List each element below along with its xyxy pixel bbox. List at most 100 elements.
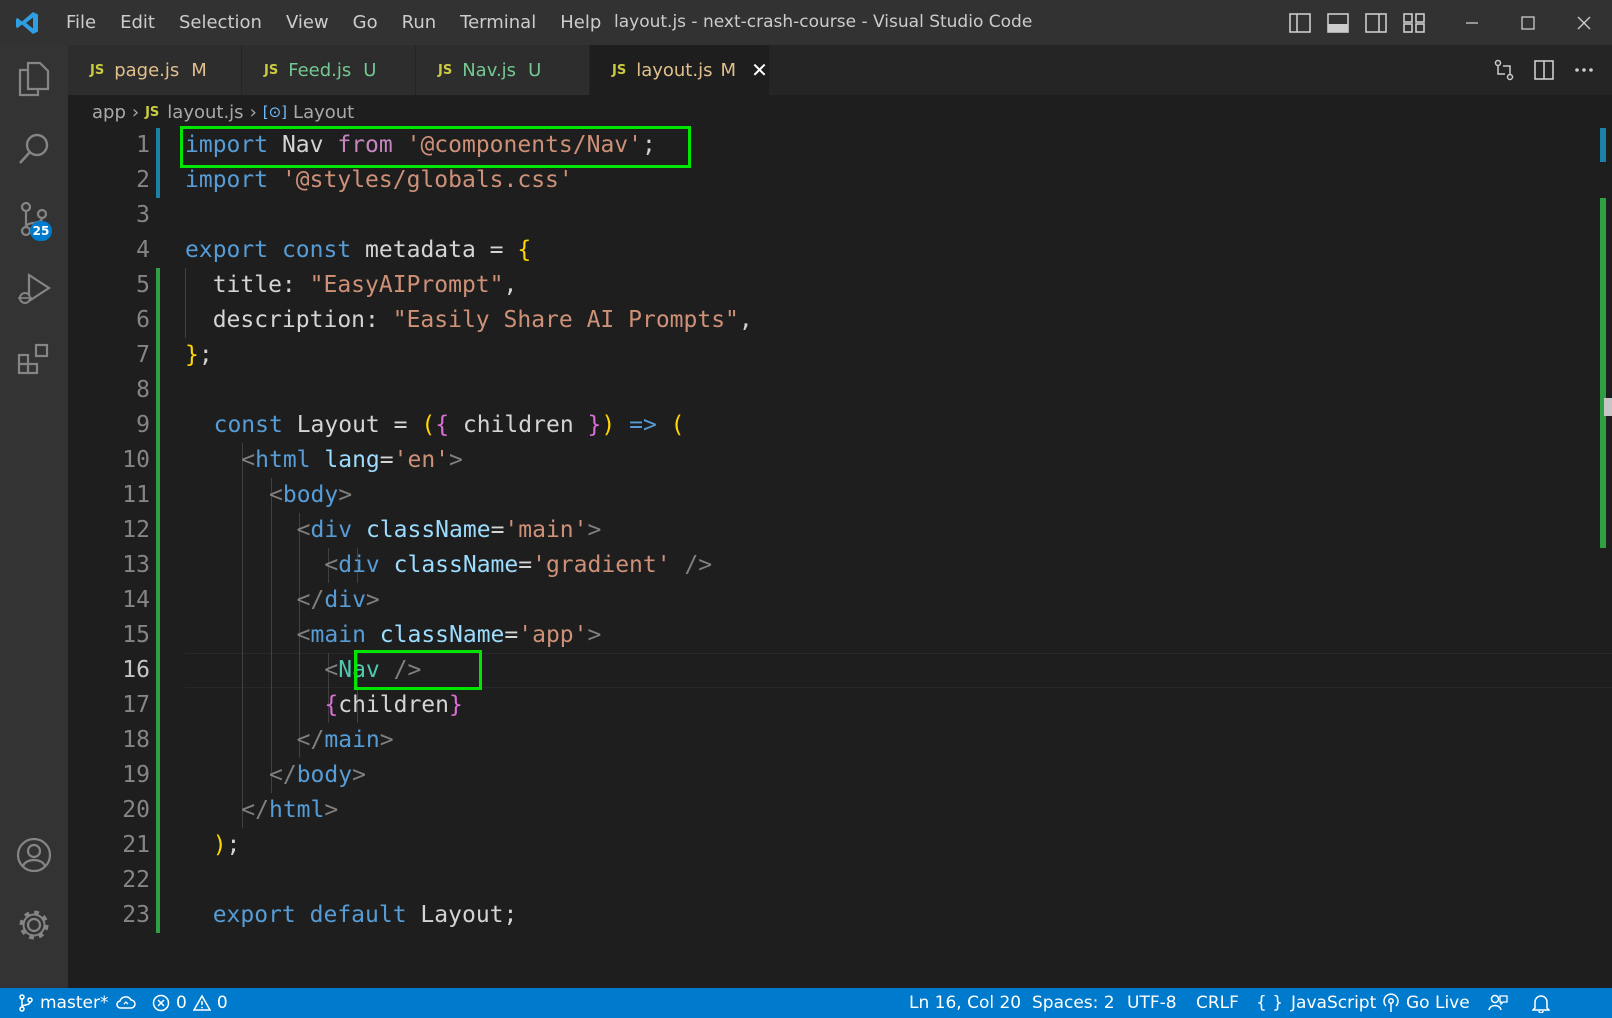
line-number: 13	[122, 552, 150, 578]
toggle-secondary-sidebar-icon[interactable]	[1364, 11, 1388, 35]
menu-terminal[interactable]: Terminal	[448, 0, 548, 45]
problems-status[interactable]: 0 0	[152, 988, 228, 1018]
code-text: </body>	[213, 762, 366, 788]
code-line[interactable]: 18 </main>	[68, 723, 1612, 758]
tab-label: Feed.js	[288, 59, 352, 81]
customize-layout-icon[interactable]	[1402, 11, 1426, 35]
line-number: 14	[122, 587, 150, 613]
code-line[interactable]: 10 <html lang='en'>	[68, 443, 1612, 478]
line-number: 2	[136, 167, 150, 193]
code-line[interactable]: 4 export const metadata = {	[68, 233, 1612, 268]
breadcrumb-symbol[interactable]: Layout	[293, 102, 354, 123]
line-number: 5	[136, 272, 150, 298]
menu-view[interactable]: View	[274, 0, 341, 45]
vscode-logo-icon	[0, 0, 54, 45]
encoding-status[interactable]: UTF-8	[1127, 988, 1177, 1018]
code-text: </html>	[213, 797, 339, 823]
notifications-bell-icon[interactable]	[1532, 988, 1556, 1018]
code-line[interactable]: 13 <div className='gradient' />	[68, 548, 1612, 583]
warning-count: 0	[216, 993, 228, 1013]
code-text: <div className='gradient' />	[213, 552, 713, 578]
window-buttons	[1444, 0, 1612, 45]
extensions-icon[interactable]	[0, 327, 68, 391]
line-number: 21	[122, 832, 150, 858]
code-line[interactable]: 20 </html>	[68, 793, 1612, 828]
code-line[interactable]: 5 title: "EasyAIPrompt",	[68, 268, 1612, 303]
split-editor-icon[interactable]	[1532, 58, 1556, 82]
minimize-icon[interactable]	[1444, 0, 1500, 45]
tab-layout-js[interactable]: JS layout.js M ✕	[590, 45, 770, 95]
code-line[interactable]: 6 description: "Easily Share AI Prompts"…	[68, 303, 1612, 338]
code-line[interactable]: 7};	[68, 338, 1612, 373]
more-actions-icon[interactable]	[1572, 58, 1596, 82]
editor-scrollbar[interactable]	[1598, 128, 1612, 958]
menu-go[interactable]: Go	[341, 0, 390, 45]
menu-bar: File Edit Selection View Go Run Terminal…	[54, 0, 613, 45]
line-number: 11	[122, 482, 150, 508]
manage-gear-icon[interactable]	[0, 893, 68, 957]
tab-page-js[interactable]: JS page.js M	[68, 45, 242, 95]
code-line[interactable]: 12 <div className='main'>	[68, 513, 1612, 548]
scrollbar-added-marker	[1600, 198, 1606, 548]
editor-tab-bar: JS page.js M JS Feed.js U JS Nav.js U JS…	[68, 45, 1612, 95]
chevron-right-icon: ›	[131, 101, 140, 123]
close-tab-icon[interactable]: ✕	[750, 58, 769, 82]
language-status[interactable]: { } JavaScript	[1256, 988, 1376, 1018]
sync-cloud-icon[interactable]	[116, 995, 137, 1011]
menu-edit[interactable]: Edit	[108, 0, 167, 45]
code-line[interactable]: 2 import '@styles/globals.css'	[68, 163, 1612, 198]
feedback-icon[interactable]	[1488, 988, 1514, 1018]
close-window-icon[interactable]	[1556, 0, 1612, 45]
search-icon[interactable]	[0, 117, 68, 181]
code-line[interactable]: 22	[68, 863, 1612, 898]
code-line[interactable]: 9 const Layout = ({ children }) => (	[68, 408, 1612, 443]
code-text: import '@styles/globals.css'	[185, 167, 573, 193]
menu-run[interactable]: Run	[390, 0, 449, 45]
code-line[interactable]: 11 <body>	[68, 478, 1612, 513]
code-line[interactable]: 17 {children}	[68, 688, 1612, 723]
indentation-status[interactable]: Spaces: 2	[1032, 988, 1115, 1018]
code-line[interactable]: 23 export default Layout;	[68, 898, 1612, 933]
eol-status[interactable]: CRLF	[1196, 988, 1239, 1018]
explorer-icon[interactable]	[0, 47, 68, 111]
line-number: 15	[122, 622, 150, 648]
tab-label: page.js	[114, 59, 180, 81]
code-line[interactable]: 8	[68, 373, 1612, 408]
tab-feed-js[interactable]: JS Feed.js U	[242, 45, 416, 95]
code-line[interactable]: 19 </body>	[68, 758, 1612, 793]
modified-indicator: M	[720, 59, 736, 81]
menu-help[interactable]: Help	[548, 0, 613, 45]
tab-nav-js[interactable]: JS Nav.js U	[416, 45, 590, 95]
code-editor[interactable]: 1 import Nav from '@components/Nav'; 2 impo…	[68, 128, 1612, 958]
cursor-position[interactable]: Ln 16, Col 20	[909, 988, 1021, 1018]
branch-status[interactable]: master*	[18, 988, 142, 1018]
line-number: 7	[136, 342, 150, 368]
code-text: );	[185, 832, 241, 858]
line-number: 16	[122, 657, 150, 683]
source-control-icon[interactable]: 25	[0, 187, 68, 251]
line-number: 1	[136, 132, 150, 158]
code-line[interactable]: 3	[68, 198, 1612, 233]
code-line[interactable]: 15 <main className='app'>	[68, 618, 1612, 653]
run-and-debug-icon[interactable]	[0, 257, 68, 321]
toggle-primary-sidebar-icon[interactable]	[1288, 11, 1312, 35]
code-text: {children}	[213, 692, 463, 718]
breadcrumb-folder[interactable]: app	[92, 102, 126, 123]
code-line[interactable]: 14 </div>	[68, 583, 1612, 618]
error-icon	[152, 994, 170, 1012]
menu-selection[interactable]: Selection	[167, 0, 274, 45]
open-changes-icon[interactable]	[1492, 58, 1516, 82]
code-line[interactable]: 16 <Nav />	[68, 653, 1612, 688]
go-live-label: Go Live	[1406, 993, 1470, 1013]
go-live-button[interactable]: Go Live	[1382, 988, 1470, 1018]
js-file-icon: JS	[264, 62, 279, 78]
status-bar: master* 0 0 Ln 16, Col 20 Spaces: 2 UTF-…	[0, 988, 1612, 1018]
code-line[interactable]: 21 );	[68, 828, 1612, 863]
menu-file[interactable]: File	[54, 0, 108, 45]
js-file-icon: JS	[90, 62, 105, 78]
toggle-panel-icon[interactable]	[1326, 11, 1350, 35]
breadcrumb-file[interactable]: layout.js	[167, 102, 243, 123]
maximize-icon[interactable]	[1500, 0, 1556, 45]
line-number: 4	[136, 237, 150, 263]
accounts-icon[interactable]	[0, 823, 68, 887]
